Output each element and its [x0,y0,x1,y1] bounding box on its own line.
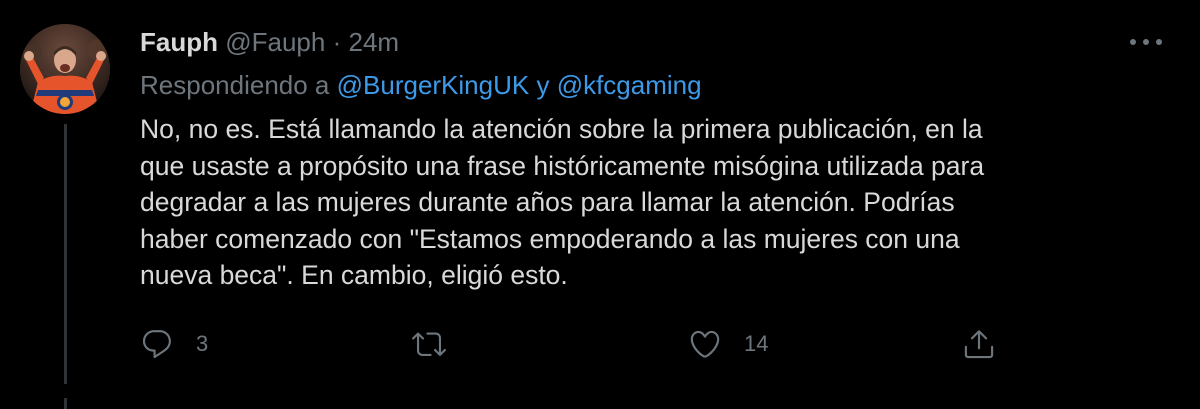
reply-count: 3 [196,331,209,356]
tweet-text-line: No, no es. Está llamando la atención sob… [140,114,983,144]
replying-conjunction: y [536,70,550,100]
reply-button[interactable]: 3 [140,324,208,364]
avatar-image [20,24,110,114]
tweet-header: Fauph @Fauph · 24m [140,25,399,59]
tweet-text-line: degradar a las mujeres durante años para… [140,187,955,218]
meta-separator: · [332,27,342,57]
tweet-text: No, no es. Está llamando la atención sob… [140,111,1180,294]
retweet-icon [412,332,446,356]
replying-prefix: Respondiendo a [140,70,330,100]
timestamp[interactable]: 24m [349,27,400,57]
tweet-text-line: haber comenzado con "Estamos empoderando… [140,223,960,254]
like-button[interactable]: 14 [688,324,768,364]
tweet-text-line: que usaste a propósito una frase históri… [140,150,985,181]
more-horizontal-icon [1130,39,1162,45]
heart-icon [690,330,720,358]
like-count: 14 [744,331,769,356]
retweet-button[interactable] [412,324,468,364]
tweet-text-line: nueva beca". En cambio, eligió esto. [140,260,568,291]
handle[interactable]: @Fauph [225,27,325,57]
more-button[interactable] [1124,28,1168,56]
mention-link-1[interactable]: @BurgerKingUK [337,70,530,100]
share-upload-icon [964,330,994,359]
mention-link-2[interactable]: @kfcgaming [557,70,702,100]
tweet-actions: 3 14 [140,324,1020,364]
display-name[interactable]: Fauph [140,27,218,57]
thread-line [64,124,67,384]
avatar[interactable] [20,24,110,114]
share-button[interactable] [962,324,996,364]
thread-line-continuation [64,398,67,409]
reply-bubble-icon [142,330,171,359]
replying-to: Respondiendo a @BurgerKingUK y @kfcgamin… [140,68,702,102]
tweet-card[interactable]: Fauph @Fauph · 24m Respondiendo a @Burge… [0,0,1200,409]
